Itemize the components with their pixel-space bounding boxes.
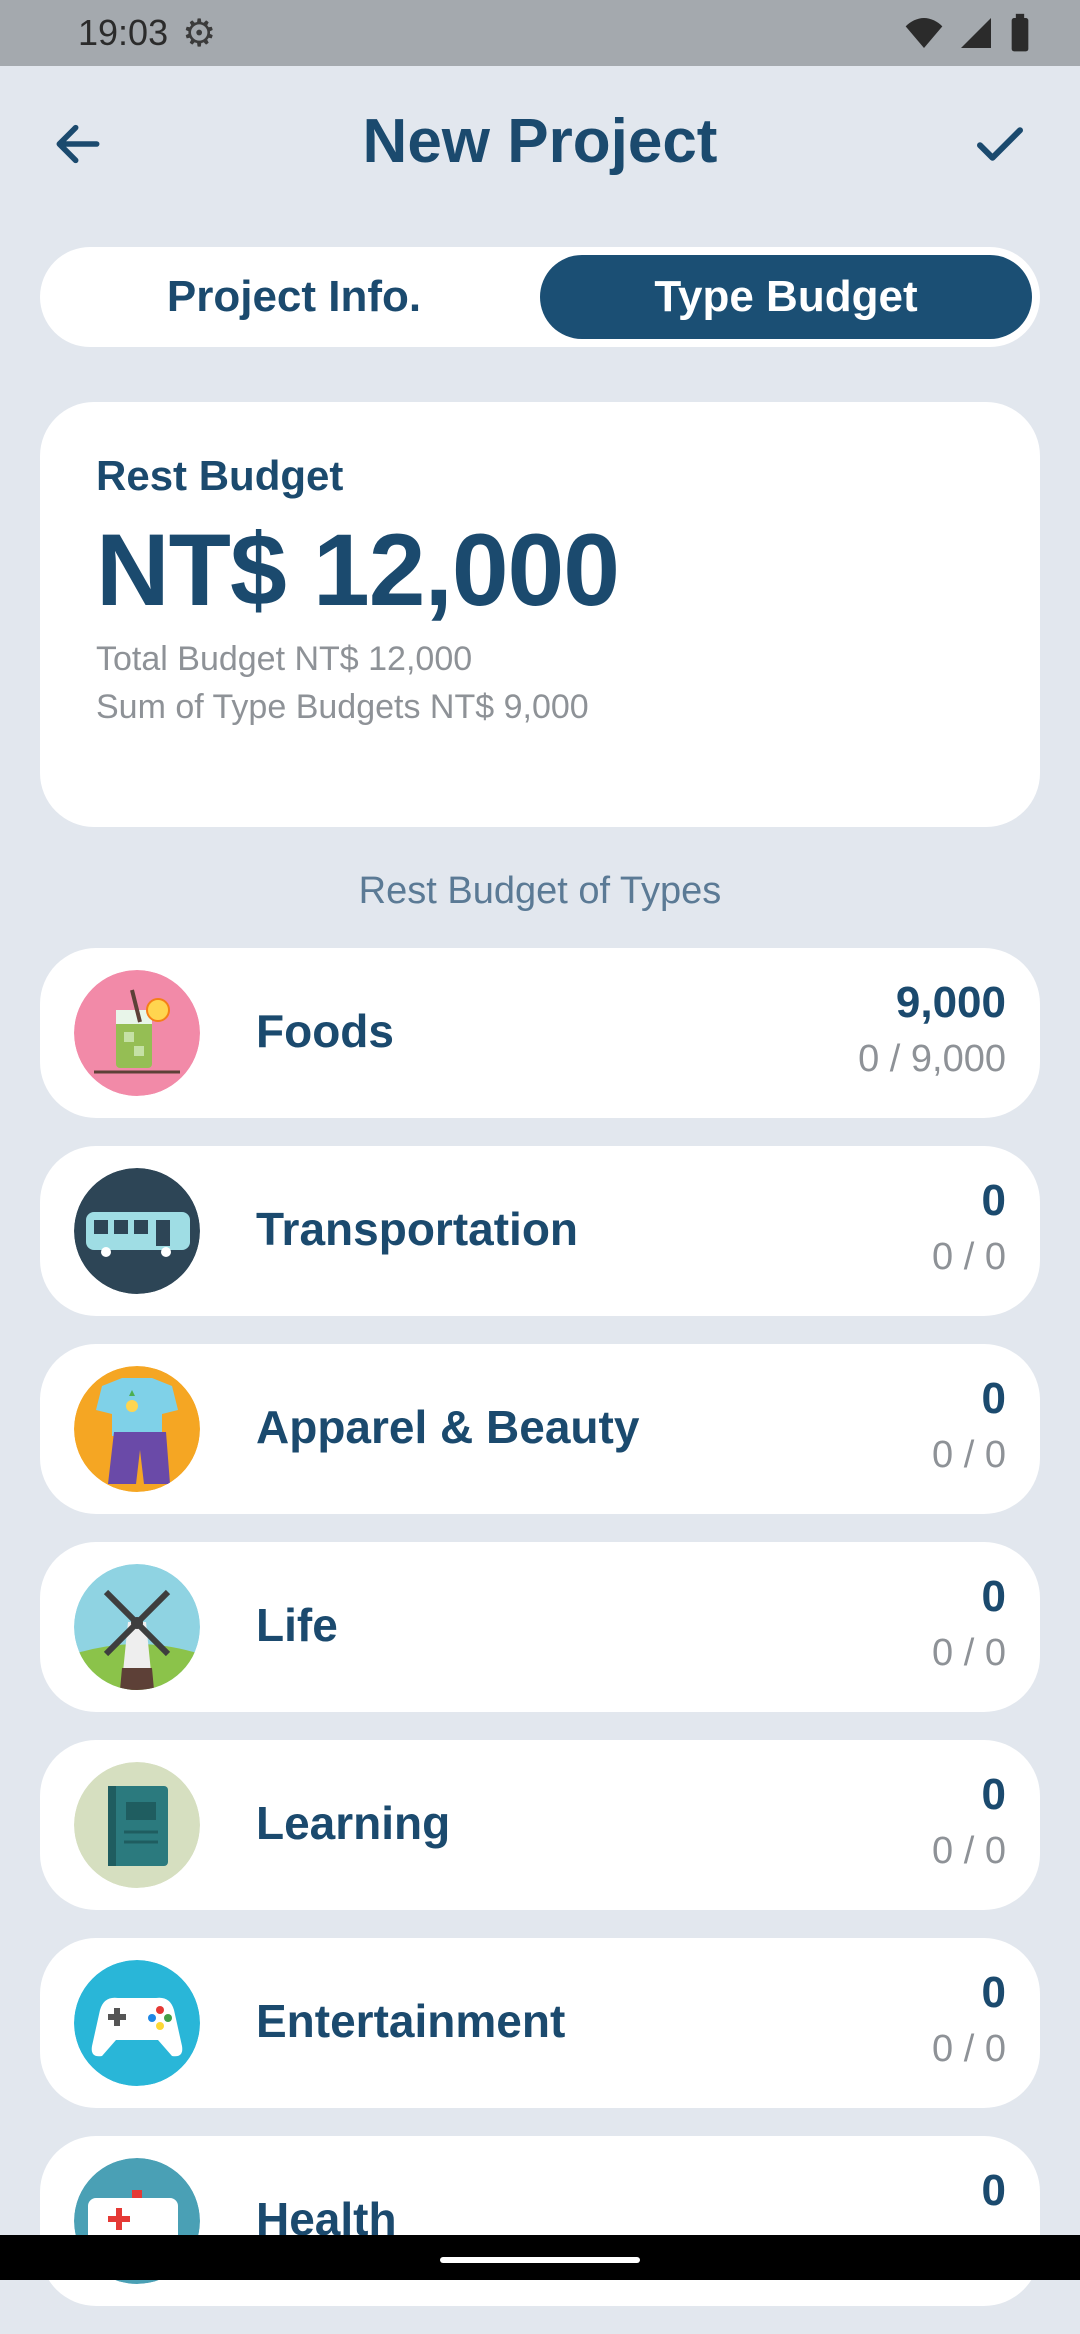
type-row-life[interactable]: Life 0 0 / 0 <box>40 1542 1040 1712</box>
type-rest-value: 0 <box>981 1572 1006 1621</box>
type-row-learning[interactable]: Learning 0 0 / 0 <box>40 1740 1040 1910</box>
type-rest-value: 0 <box>981 1968 1006 2017</box>
type-row-entertainment[interactable]: Entertainment 0 0 / 0 <box>40 1938 1040 2108</box>
app-header: New Project <box>0 66 1080 216</box>
home-gesture-pill[interactable] <box>440 2257 640 2263</box>
segmented-tabs: Project Info. Type Budget <box>40 247 1040 347</box>
type-ratio: 0 / 0 <box>932 1830 1006 1872</box>
status-bar: 19:03 ⚙ <box>0 0 1080 66</box>
type-ratio: 0 / 0 <box>932 1632 1006 1674</box>
type-row-transportation[interactable]: Transportation 0 0 / 0 <box>40 1146 1040 1316</box>
settings-gear-icon: ⚙ <box>182 12 217 55</box>
rest-budget-label: Rest Budget <box>96 452 344 499</box>
type-ratio: 0 / 0 <box>932 1236 1006 1278</box>
type-rest-value: 0 <box>981 2166 1006 2215</box>
type-name: Life <box>256 1599 338 1651</box>
type-rest-value: 0 <box>981 1176 1006 1225</box>
type-name: Apparel & Beauty <box>256 1401 640 1453</box>
type-name: Learning <box>256 1797 451 1849</box>
rest-budget-card: Rest Budget NT$ 12,000 Total Budget NT$ … <box>40 402 1040 827</box>
page-title: New Project <box>362 106 718 176</box>
bus-icon <box>74 1168 200 1294</box>
tab-project-info[interactable]: Project Info. <box>48 255 540 339</box>
clothes-icon <box>74 1366 200 1492</box>
total-budget-text: Total Budget NT$ 12,000 <box>96 640 473 678</box>
signal-icon <box>961 18 991 48</box>
type-budget-list: Foods 9,000 0 / 9,000 Transportation 0 0… <box>40 948 1040 2334</box>
back-arrow-icon[interactable] <box>50 116 106 172</box>
battery-icon <box>1011 13 1029 52</box>
type-row-health[interactable]: Health 0 <box>40 2136 1040 2306</box>
book-icon <box>74 1762 200 1888</box>
type-name: Entertainment <box>256 1995 566 2047</box>
type-row-apparel-beauty[interactable]: Apparel & Beauty 0 0 / 0 <box>40 1344 1040 1514</box>
type-rest-value: 0 <box>981 1374 1006 1423</box>
type-name: Transportation <box>256 1203 579 1255</box>
type-ratio: 0 / 0 <box>932 2028 1006 2070</box>
rest-budget-amount: NT$ 12,000 <box>96 513 620 627</box>
gamepad-icon <box>74 1960 200 2086</box>
type-row-foods[interactable]: Foods 9,000 0 / 9,000 <box>40 948 1040 1118</box>
status-icons <box>904 13 1032 53</box>
wifi-icon <box>905 18 943 48</box>
type-rest-value: 9,000 <box>895 978 1006 1027</box>
tab-type-budget[interactable]: Type Budget <box>540 255 1032 339</box>
type-name: Foods <box>256 1005 394 1057</box>
drink-icon <box>74 970 200 1096</box>
type-ratio: 0 / 9,000 <box>858 1038 1006 1080</box>
windmill-icon <box>74 1564 200 1690</box>
confirm-check-icon[interactable] <box>970 114 1030 174</box>
type-ratio: 0 / 0 <box>932 1434 1006 1476</box>
status-time: 19:03 <box>78 12 169 53</box>
section-title: Rest Budget of Types <box>358 870 722 912</box>
system-nav-bar <box>0 2235 1080 2280</box>
sum-type-budgets-text: Sum of Type Budgets NT$ 9,000 <box>96 688 589 726</box>
type-rest-value: 0 <box>981 1770 1006 1819</box>
